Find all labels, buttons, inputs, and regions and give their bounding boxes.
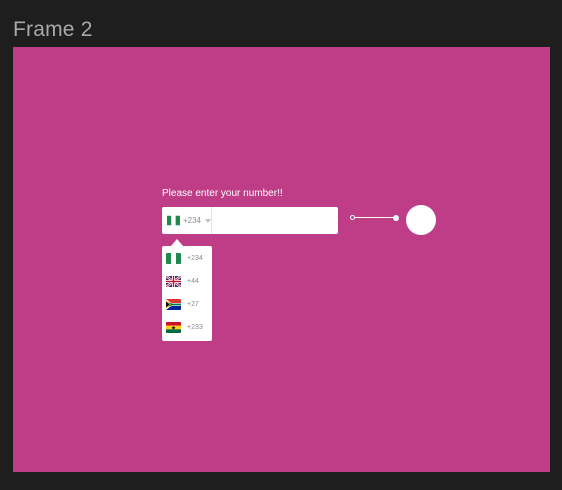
frame-title: Frame 2: [13, 18, 93, 41]
option-code: +44: [187, 277, 199, 285]
phone-prompt-label: Please enter your number!!: [162, 188, 283, 199]
frame-canvas: Please enter your number!! +234 +234 +44…: [13, 47, 550, 472]
uk-flag-icon: [166, 275, 181, 287]
dropdown-option-ghana[interactable]: +233: [166, 320, 203, 334]
selected-country-code: +234: [182, 216, 201, 225]
submit-button[interactable]: [406, 205, 436, 235]
option-code: +233: [187, 323, 203, 331]
chevron-down-icon[interactable]: [205, 218, 211, 223]
progress-start-dot: [350, 215, 355, 220]
nigeria-flag-icon: [166, 252, 181, 264]
dropdown-pointer: [171, 239, 183, 246]
dropdown-option-nigeria[interactable]: +234: [166, 251, 203, 265]
phone-number-input[interactable]: [213, 207, 338, 234]
option-code: +234: [187, 254, 203, 262]
ghana-flag-icon: [166, 321, 181, 333]
south-africa-flag-icon: [166, 298, 181, 310]
progress-track: [352, 217, 398, 218]
dropdown-option-south-africa[interactable]: +27: [166, 297, 199, 311]
progress-handle[interactable]: [393, 215, 399, 221]
country-code-dropdown: +234 +44 +27 +233: [162, 246, 212, 341]
nigeria-flag-icon: [167, 215, 180, 226]
phone-input-group: +234: [162, 207, 338, 234]
country-code-select[interactable]: +234: [162, 207, 212, 234]
dropdown-option-uk[interactable]: +44: [166, 274, 199, 288]
option-code: +27: [187, 300, 199, 308]
